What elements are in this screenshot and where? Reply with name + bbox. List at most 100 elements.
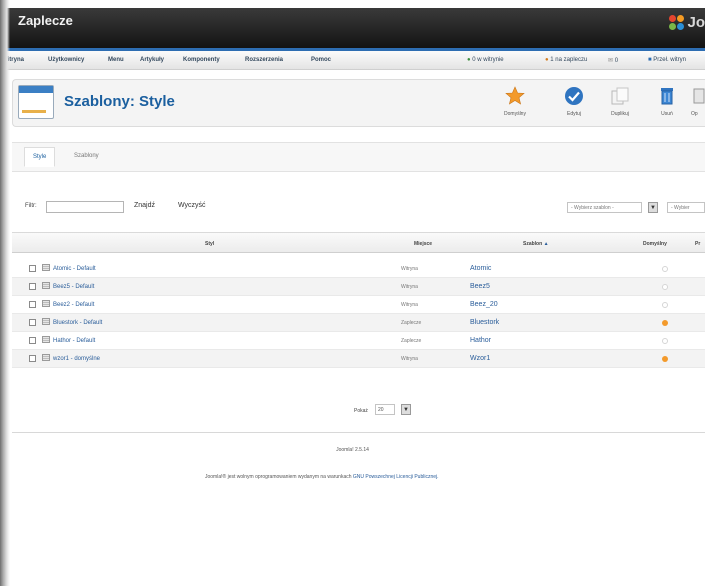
menu-item-extensions[interactable]: Rozszerzenia <box>245 57 283 63</box>
pagination-label: Pokaż <box>354 408 368 414</box>
menu-item-content[interactable]: Artykuły <box>140 57 164 63</box>
default-star-icon[interactable] <box>662 320 668 326</box>
column-header-style[interactable]: Styl <box>205 241 214 247</box>
style-thumbnail-icon <box>42 264 50 271</box>
style-name-link[interactable]: Hathor - Default <box>53 338 95 344</box>
duplicate-button[interactable]: Duplikuj <box>603 84 637 122</box>
table-row: wzor1 - domyślne Witryna Wzor1 <box>12 350 705 368</box>
location-filter-select[interactable]: - Wybier <box>667 202 705 213</box>
column-header-extra[interactable]: Pr <box>695 241 700 247</box>
joomla-brand: Jo <box>669 14 705 31</box>
edit-icon <box>565 87 583 105</box>
window-edge-shadow <box>0 0 10 586</box>
row-checkbox[interactable] <box>29 301 36 308</box>
admin-header: Zaplecze Jo <box>0 8 705 48</box>
user-icon: ● <box>545 57 549 63</box>
default-button-label: Domyślny <box>504 111 526 117</box>
menu-item-menus[interactable]: Menu <box>108 57 124 63</box>
location-cell: Witryna <box>401 266 418 272</box>
screen-icon: ■ <box>648 57 652 63</box>
style-thumbnail-icon <box>42 336 50 343</box>
options-icon <box>693 88 705 104</box>
not-default-icon[interactable] <box>662 338 668 344</box>
menu-item-components[interactable]: Komponenty <box>183 57 220 63</box>
users-icon: ● <box>467 57 471 63</box>
chevron-down-icon[interactable]: ▼ <box>648 202 658 213</box>
row-checkbox[interactable] <box>29 265 36 272</box>
style-name-link[interactable]: Bluestork - Default <box>53 320 102 326</box>
row-checkbox[interactable] <box>29 283 36 290</box>
site-visitors-status[interactable]: ● 0 w witrynie <box>467 57 504 63</box>
style-thumbnail-icon <box>42 354 50 361</box>
menu-item-help[interactable]: Pomoc <box>311 57 331 63</box>
submenu-bar <box>12 142 705 172</box>
not-default-icon[interactable] <box>662 266 668 272</box>
row-checkbox[interactable] <box>29 337 36 344</box>
menu-item-users[interactable]: Użytkownicy <box>48 57 84 63</box>
main-menu-bar: Witryna Użytkownicy Menu Artykuły Kompon… <box>0 51 705 70</box>
style-name-link[interactable]: Beez2 - Default <box>53 302 94 308</box>
page-title: Szablony: Style <box>64 93 175 110</box>
edit-button[interactable]: Edytuj <box>557 84 591 122</box>
messages-count: 0 <box>614 58 619 64</box>
column-header-template[interactable]: Szablon ▲ <box>523 241 549 247</box>
admins-text: 1 na zapleczu <box>550 57 588 63</box>
not-default-icon[interactable] <box>662 302 668 308</box>
table-header <box>12 232 705 253</box>
site-title: Zaplecze <box>18 13 73 28</box>
license-link[interactable]: GNU Powszechnej Licencji Publicznej. <box>353 474 439 480</box>
location-cell: Zaplecze <box>401 338 422 344</box>
style-name-link[interactable]: Beez5 - Default <box>53 284 94 290</box>
template-link[interactable]: Wzor1 <box>470 355 490 362</box>
filter-search-input[interactable] <box>46 201 124 213</box>
location-cell: Witryna <box>401 284 418 290</box>
location-cell: Witryna <box>401 302 418 308</box>
pagination-limit-select[interactable]: 20 <box>375 404 395 415</box>
template-link[interactable]: Beez_20 <box>470 301 498 308</box>
tab-styles[interactable]: Style <box>24 147 56 167</box>
preview-text: Przeł. witryn <box>653 57 686 63</box>
template-link[interactable]: Beez5 <box>470 283 490 290</box>
template-link[interactable]: Bluestork <box>470 319 499 326</box>
style-name-link[interactable]: Atomic - Default <box>53 266 96 272</box>
style-thumbnail-icon <box>42 300 50 307</box>
tab-templates[interactable]: Szablony <box>66 147 107 167</box>
row-checkbox[interactable] <box>29 355 36 362</box>
template-filter-select[interactable]: - Wybierz szablon - <box>567 202 642 213</box>
column-header-template-label: Szablon <box>523 241 543 247</box>
footer-divider <box>12 432 705 433</box>
table-row: Beez5 - Default Witryna Beez5 <box>12 278 705 296</box>
brand-text: Jo <box>687 14 705 31</box>
chevron-down-icon[interactable]: ▼ <box>401 404 411 415</box>
style-thumbnail-icon <box>42 282 50 289</box>
template-link[interactable]: Hathor <box>470 337 491 344</box>
default-button[interactable]: Domyślny <box>498 84 532 122</box>
duplicate-button-label: Duplikuj <box>611 111 629 117</box>
options-button-label: Op <box>691 111 698 117</box>
not-default-icon[interactable] <box>662 284 668 290</box>
preview-site-link[interactable]: ■ Przeł. witryn <box>648 57 686 63</box>
license-text: Joomla!® jest wolnym oprogramowaniem wyd… <box>205 474 352 480</box>
table-row: Atomic - Default Witryna Atomic <box>12 260 705 278</box>
footer-license: Joomla!® jest wolnym oprogramowaniem wyd… <box>0 474 705 480</box>
column-header-default[interactable]: Domyślny <box>643 241 667 247</box>
star-icon <box>505 86 525 105</box>
clear-button[interactable]: Wyczyść <box>178 202 206 209</box>
messages-status[interactable]: ✉ 0 <box>608 57 618 64</box>
options-button[interactable]: Op <box>688 84 705 122</box>
styles-page-icon <box>18 85 54 119</box>
default-star-icon[interactable] <box>662 356 668 362</box>
delete-button-label: Usuń <box>661 111 673 117</box>
sort-asc-icon: ▲ <box>543 241 549 247</box>
trash-icon <box>661 88 673 105</box>
template-link[interactable]: Atomic <box>470 265 491 272</box>
row-checkbox[interactable] <box>29 319 36 326</box>
column-header-location[interactable]: Miejsce <box>414 241 432 247</box>
admins-status[interactable]: ● 1 na zapleczu <box>545 57 587 63</box>
search-button[interactable]: Znajdź <box>134 202 155 209</box>
filter-label: Filtr: <box>25 203 37 209</box>
style-name-link[interactable]: wzor1 - domyślne <box>53 356 100 362</box>
table-row: Beez2 - Default Witryna Beez_20 <box>12 296 705 314</box>
footer-version: Joomla! 2.5.14 <box>336 447 369 453</box>
delete-button[interactable]: Usuń <box>650 84 684 122</box>
